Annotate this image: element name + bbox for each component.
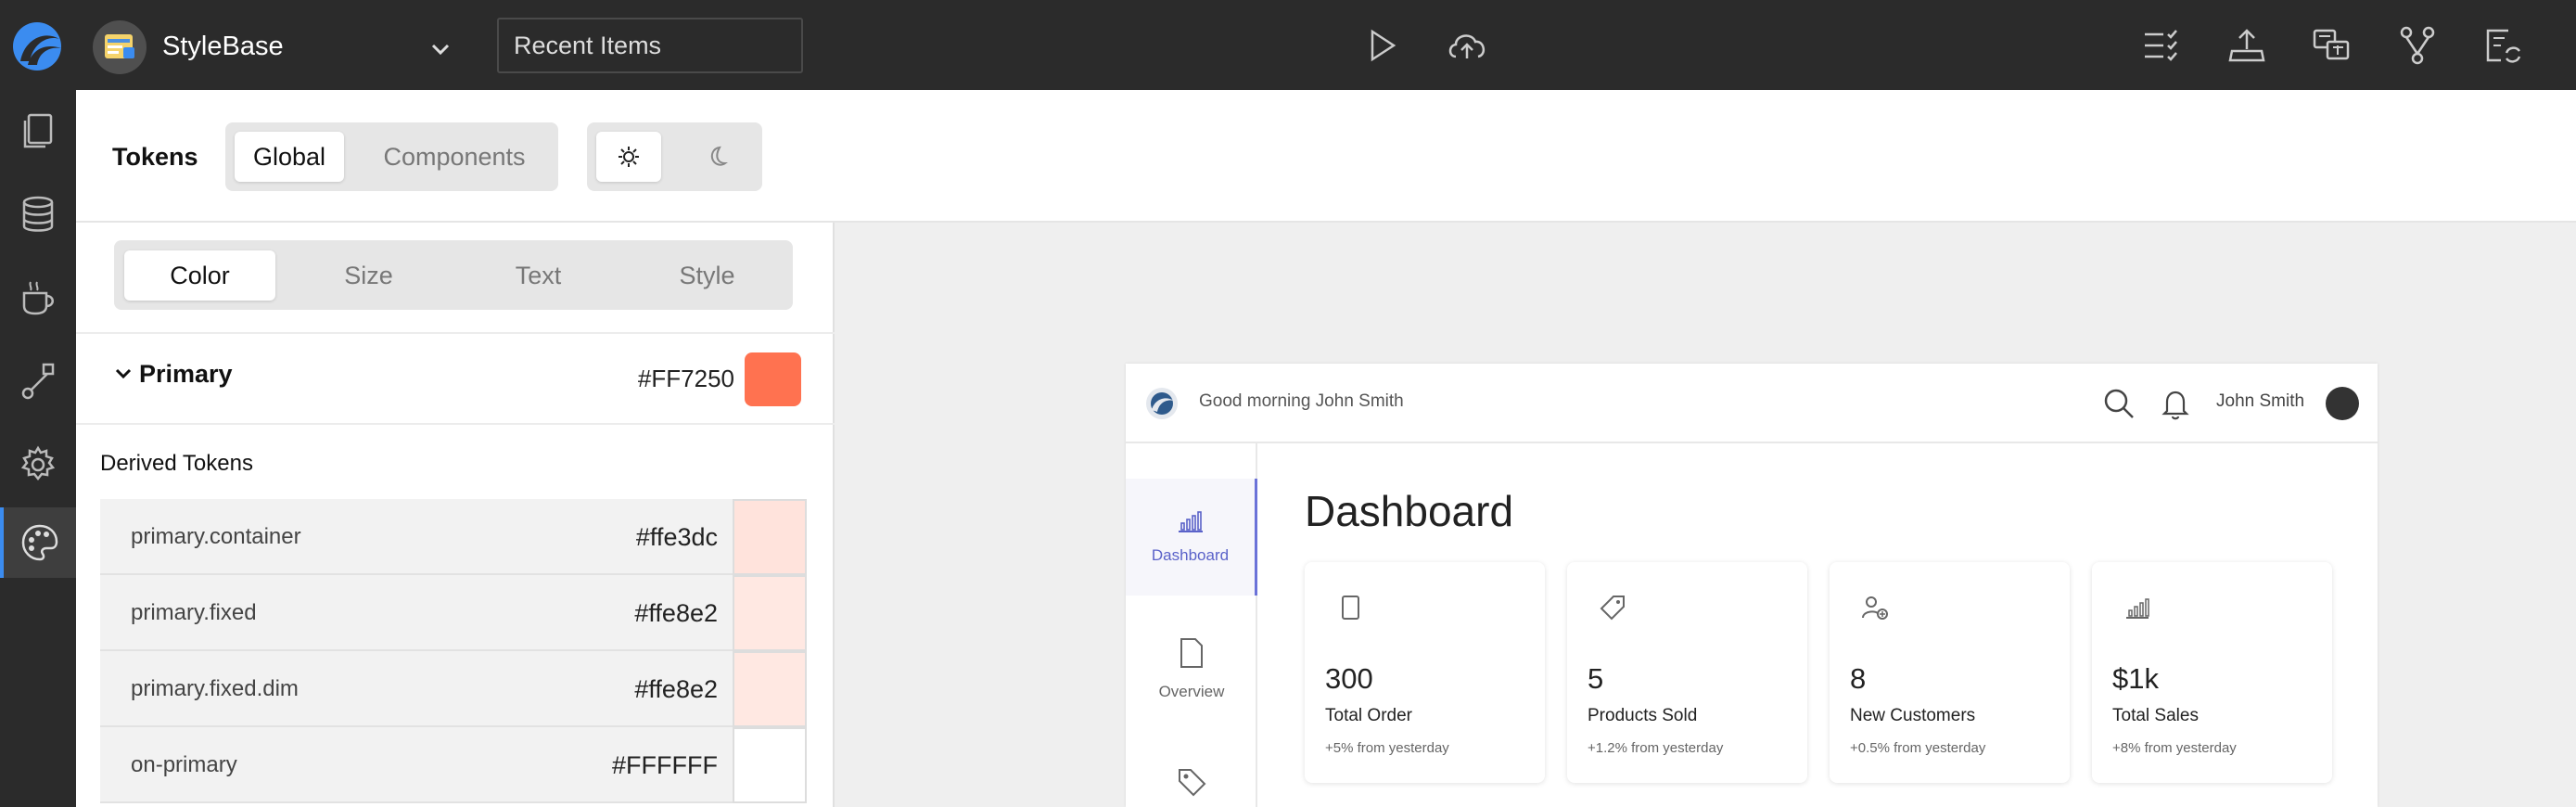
chevron-down-icon[interactable] bbox=[111, 362, 135, 386]
sidebar-item-dashboard[interactable]: Dashboard bbox=[1126, 479, 1257, 596]
dashboard-title: Dashboard bbox=[1305, 487, 1514, 535]
token-name: on-primary bbox=[131, 752, 237, 777]
tag-icon bbox=[1600, 596, 1625, 621]
checklist-icon[interactable] bbox=[2138, 22, 2185, 69]
play-icon[interactable] bbox=[1358, 22, 1405, 69]
divider bbox=[76, 332, 835, 334]
stat-card[interactable]: 300 Total Order +5% from yesterday bbox=[1305, 562, 1545, 783]
stat-value: 5 bbox=[1588, 662, 1604, 695]
tab-components[interactable]: Components bbox=[357, 132, 552, 182]
add-user-icon bbox=[1862, 596, 1888, 620]
chart-icon bbox=[1178, 511, 1203, 532]
token-row[interactable]: on-primary #FFFFFF bbox=[100, 727, 807, 803]
light-mode-button[interactable] bbox=[596, 132, 661, 182]
stat-label: Products Sold bbox=[1588, 706, 1698, 725]
avatar[interactable] bbox=[2326, 387, 2359, 420]
stat-value: 8 bbox=[1850, 662, 1867, 695]
token-row[interactable]: primary.fixed #ffe8e2 bbox=[100, 575, 807, 651]
preview-logo-icon bbox=[1146, 388, 1178, 419]
greeting-text: Good morning John Smith bbox=[1199, 391, 1404, 411]
chart-icon bbox=[2126, 598, 2149, 619]
user-name[interactable]: John Smith bbox=[2216, 391, 2304, 412]
stat-delta: +0.5% from yesterday bbox=[1850, 740, 1986, 756]
primary-color-label[interactable]: Primary bbox=[139, 360, 233, 389]
divider bbox=[76, 423, 835, 425]
palette-icon[interactable] bbox=[0, 507, 76, 578]
page-title: Tokens bbox=[112, 143, 198, 171]
token-hex[interactable]: #ffe3dc bbox=[636, 499, 718, 575]
derived-tokens-label: Derived Tokens bbox=[100, 451, 253, 476]
stat-value: 300 bbox=[1325, 662, 1373, 695]
branch-icon[interactable] bbox=[2394, 22, 2441, 69]
sidebar-item-label: Overview bbox=[1158, 683, 1225, 700]
token-swatch[interactable] bbox=[733, 575, 807, 651]
sidebar-item-label: Dashboard bbox=[1151, 546, 1230, 564]
dark-mode-button[interactable] bbox=[683, 132, 748, 182]
tab-style[interactable]: Style bbox=[631, 250, 783, 301]
token-hex[interactable]: #ffe8e2 bbox=[634, 575, 718, 651]
sun-icon bbox=[618, 147, 639, 167]
token-row[interactable]: primary.fixed.dim #ffe8e2 bbox=[100, 651, 807, 727]
chevron-down-icon[interactable] bbox=[425, 33, 456, 65]
route-icon[interactable] bbox=[0, 346, 76, 416]
app-logo-icon[interactable] bbox=[11, 20, 63, 72]
token-name: primary.fixed bbox=[131, 600, 257, 625]
token-hex[interactable]: #ffe8e2 bbox=[634, 651, 718, 727]
token-swatch[interactable] bbox=[733, 499, 807, 575]
sidebar-item-overview[interactable]: Overview bbox=[1126, 610, 1257, 727]
stat-value: $1k bbox=[2112, 662, 2159, 695]
stat-card[interactable]: 8 New Customers +0.5% from yesterday bbox=[1830, 562, 2070, 783]
stat-label: Total Order bbox=[1325, 706, 1412, 725]
recent-items-dropdown[interactable]: Recent Items bbox=[497, 18, 803, 73]
document-icon bbox=[1342, 596, 1359, 620]
cloud-upload-icon[interactable] bbox=[1444, 22, 1490, 69]
token-row[interactable]: primary.container #ffe3dc bbox=[100, 499, 807, 575]
search-icon[interactable] bbox=[2101, 386, 2136, 426]
dashboard-preview: Good morning John Smith John Smith Dashb… bbox=[1126, 364, 2378, 807]
token-name: primary.fixed.dim bbox=[131, 676, 299, 701]
tab-text[interactable]: Text bbox=[463, 250, 614, 301]
token-swatch[interactable] bbox=[733, 651, 807, 727]
primary-color-swatch[interactable] bbox=[745, 352, 801, 406]
sync-document-icon[interactable] bbox=[2480, 22, 2526, 69]
token-swatch[interactable] bbox=[733, 727, 807, 803]
bell-icon[interactable] bbox=[2159, 387, 2192, 425]
left-rail bbox=[0, 90, 76, 807]
primary-hex-value[interactable]: #FF7250 bbox=[638, 365, 734, 393]
translate-icon[interactable] bbox=[2309, 22, 2355, 69]
project-avatar[interactable] bbox=[93, 20, 147, 74]
coffee-icon[interactable] bbox=[0, 263, 76, 333]
top-bar: StyleBase Recent Items bbox=[0, 0, 2576, 90]
document-icon bbox=[1180, 638, 1203, 668]
stat-delta: +5% from yesterday bbox=[1325, 740, 1449, 756]
tab-size[interactable]: Size bbox=[293, 250, 444, 301]
stat-card[interactable]: $1k Total Sales +8% from yesterday bbox=[2092, 562, 2332, 783]
tab-color[interactable]: Color bbox=[124, 250, 275, 301]
moon-icon bbox=[710, 146, 728, 166]
export-icon[interactable] bbox=[2224, 22, 2270, 69]
tag-icon[interactable] bbox=[1176, 766, 1207, 802]
settings-gear-icon[interactable] bbox=[0, 429, 76, 500]
stat-card[interactable]: 5 Products Sold +1.2% from yesterday bbox=[1567, 562, 1807, 783]
project-name[interactable]: StyleBase bbox=[162, 31, 284, 62]
stat-label: Total Sales bbox=[2112, 706, 2199, 725]
database-icon[interactable] bbox=[0, 179, 76, 250]
token-name: primary.container bbox=[131, 524, 301, 549]
stat-label: New Customers bbox=[1850, 706, 1976, 725]
preview-sidebar: Dashboard Overview bbox=[1126, 443, 1257, 807]
stat-delta: +1.2% from yesterday bbox=[1588, 740, 1724, 756]
stat-delta: +8% from yesterday bbox=[2112, 740, 2237, 756]
token-hex[interactable]: #FFFFFF bbox=[612, 727, 718, 803]
tab-global[interactable]: Global bbox=[235, 132, 344, 182]
pages-icon[interactable] bbox=[0, 96, 76, 166]
preview-header: Good morning John Smith John Smith bbox=[1126, 364, 2378, 443]
